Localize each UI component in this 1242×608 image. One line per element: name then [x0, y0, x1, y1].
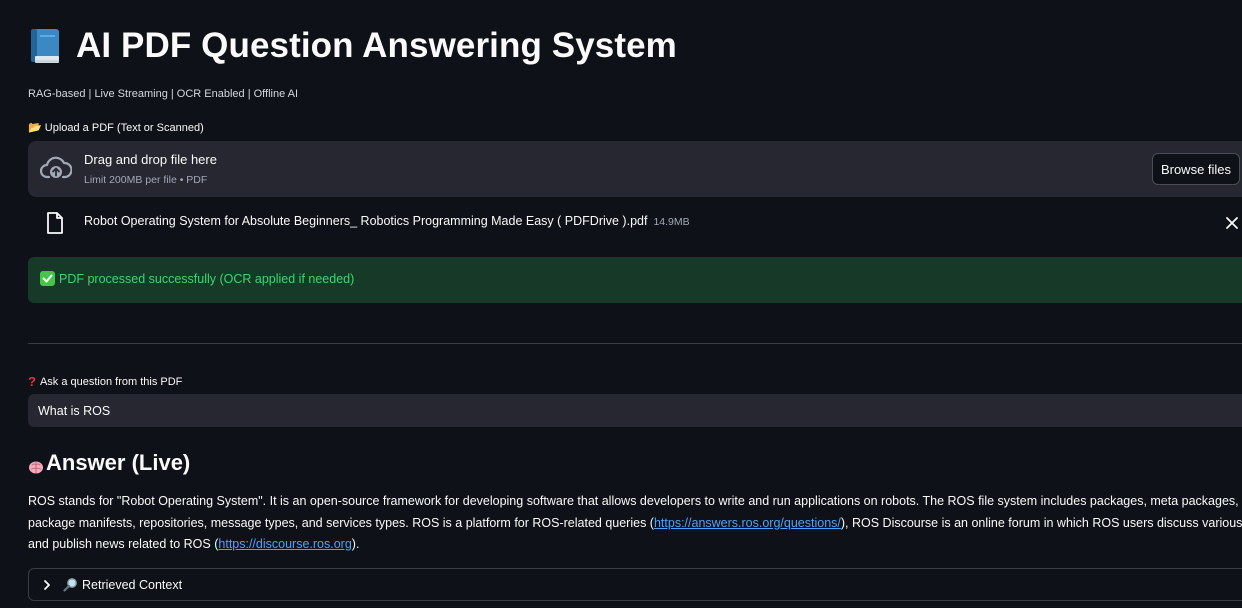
upload-label: 📂 Upload a PDF (Text or Scanned): [28, 121, 204, 134]
dropzone-limit: Limit 200MB per file • PDF: [84, 174, 208, 186]
upload-label-text: Upload a PDF (Text or Scanned): [44, 122, 204, 134]
magnifier-icon: [63, 577, 78, 592]
answer-segment: ).: [351, 537, 360, 551]
answer-line: ROS stands for "Robot Operating System".…: [28, 494, 1239, 508]
page-title: AI PDF Question Answering System: [76, 26, 677, 65]
discourse-ros-link[interactable]: https://discourse.ros.org: [218, 537, 351, 551]
blue-book-icon: [28, 27, 62, 65]
section-divider: [28, 343, 1242, 344]
page-subtitle: RAG-based | Live Streaming | OCR Enabled…: [28, 88, 299, 100]
file-size: 14.9MB: [653, 216, 690, 228]
expander-label-text: Retrieved Context: [82, 577, 183, 592]
answer-line: package manifests, repositories, message…: [28, 513, 1242, 535]
answer-line: and publish news related to ROS (https:/…: [28, 534, 1242, 556]
close-icon[interactable]: [1225, 216, 1239, 230]
answers-ros-link[interactable]: https://answers.ros.org/questions/: [654, 516, 841, 530]
file-icon: [46, 212, 64, 234]
retrieved-context-expander[interactable]: Retrieved Context: [28, 568, 1242, 601]
expander-label: Retrieved Context: [63, 577, 182, 592]
file-dropzone[interactable]: Drag and drop file here Limit 200MB per …: [28, 141, 1242, 197]
check-mark-icon: [40, 271, 55, 286]
answer-segment: and publish news related to ROS (: [28, 537, 219, 551]
answer-text: ROS stands for "Robot Operating System".…: [28, 491, 1242, 556]
browse-files-button[interactable]: Browse files: [1152, 153, 1240, 185]
dropzone-title: Drag and drop file here: [84, 152, 217, 167]
success-message-text: PDF processed successfully (OCR applied …: [59, 271, 355, 286]
file-name-text: Robot Operating System for Absolute Begi…: [84, 214, 648, 228]
cloud-upload-icon: [39, 155, 73, 183]
open-folder-icon: 📂: [28, 122, 42, 134]
answer-segment: package manifests, repositories, message…: [28, 515, 654, 530]
brain-icon: [28, 455, 44, 474]
answer-heading-text: Answer (Live): [46, 450, 191, 475]
question-mark-icon: ?: [28, 374, 36, 389]
uploaded-file-name: Robot Operating System for Absolute Begi…: [84, 214, 690, 228]
success-message: PDF processed successfully (OCR applied …: [40, 271, 354, 286]
answer-heading: Answer (Live): [28, 450, 190, 476]
title-row: AI PDF Question Answering System: [28, 26, 677, 66]
chevron-right-icon: [41, 578, 53, 590]
question-label-text: Ask a question from this PDF: [39, 375, 183, 388]
app-root: AI PDF Question Answering System RAG-bas…: [0, 0, 1242, 608]
question-input[interactable]: [28, 394, 1242, 427]
uploaded-file-row: Robot Operating System for Absolute Begi…: [28, 205, 1242, 241]
answer-segment: ), ROS Discourse is an online forum in w…: [840, 515, 1242, 530]
success-alert: PDF processed successfully (OCR applied …: [28, 257, 1242, 303]
question-label: ? Ask a question from this PDF: [28, 374, 182, 389]
